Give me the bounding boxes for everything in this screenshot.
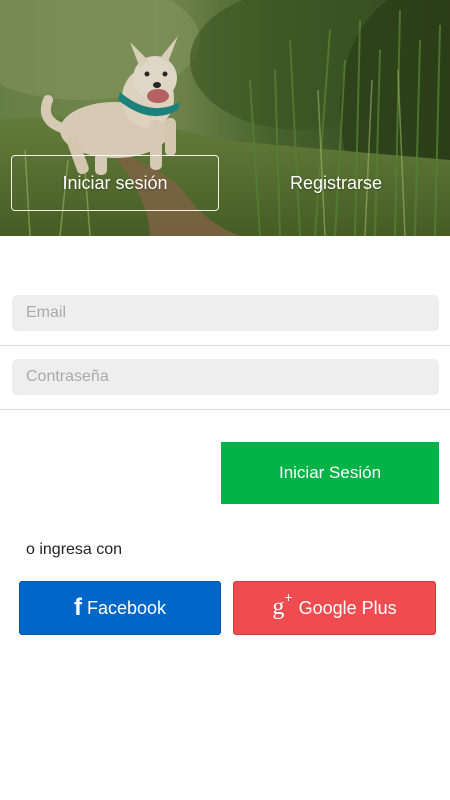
google-plus-button[interactable]: g+ Google Plus xyxy=(233,581,436,635)
login-button[interactable]: Iniciar Sesión xyxy=(221,442,439,504)
password-input[interactable] xyxy=(12,359,439,395)
divider xyxy=(0,345,450,346)
social-login-label: o ingresa con xyxy=(26,541,123,558)
google-plus-icon-plus: + xyxy=(284,589,293,605)
login-screen: Iniciar sesión Registrarse Iniciar Sesió… xyxy=(0,0,450,800)
google-plus-label: Google Plus xyxy=(298,597,397,618)
tab-register[interactable]: Registrarse xyxy=(232,155,440,211)
tab-login[interactable]: Iniciar sesión xyxy=(11,155,219,211)
google-plus-icon-letter: g xyxy=(272,594,285,620)
facebook-icon: f xyxy=(73,594,82,621)
facebook-label: Facebook xyxy=(86,597,167,618)
facebook-button[interactable]: f Facebook xyxy=(19,581,221,635)
divider xyxy=(0,409,450,410)
hero-image: Iniciar sesión Registrarse xyxy=(0,0,450,236)
email-input[interactable] xyxy=(12,295,439,331)
google-plus-icon: g+ xyxy=(272,590,292,620)
